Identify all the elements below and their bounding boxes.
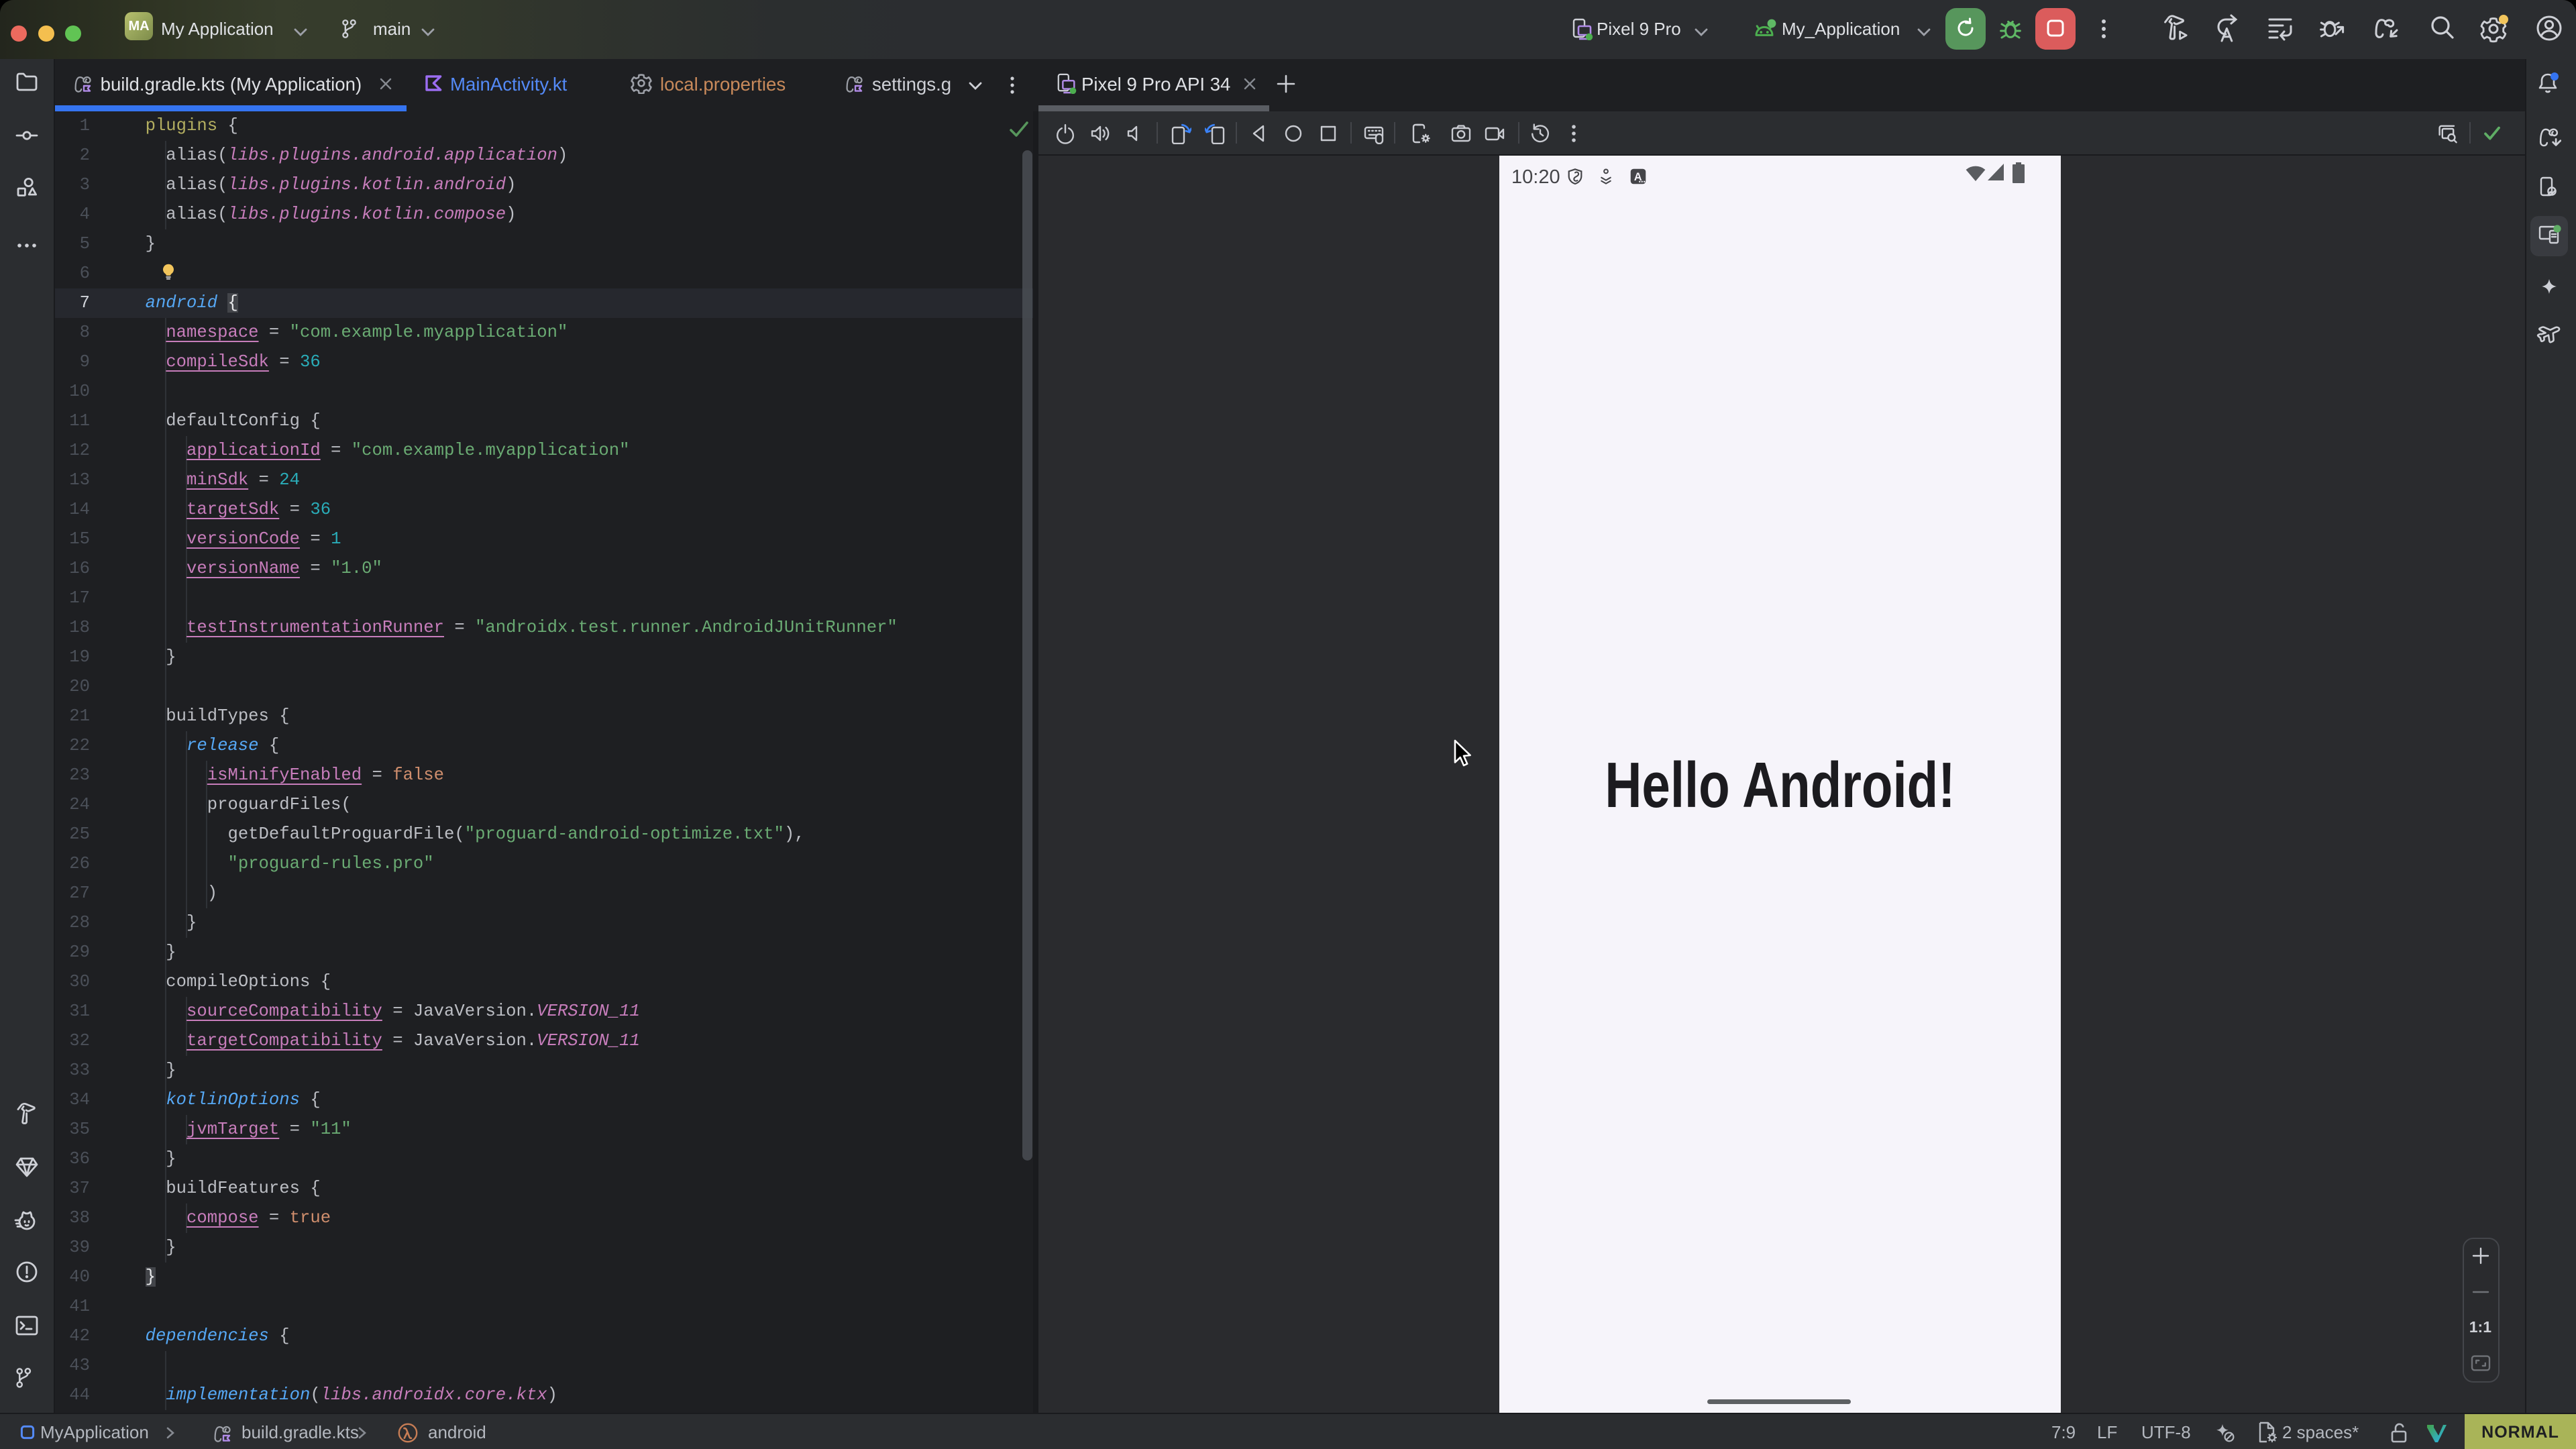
svg-text:A: A [1634, 171, 1642, 183]
